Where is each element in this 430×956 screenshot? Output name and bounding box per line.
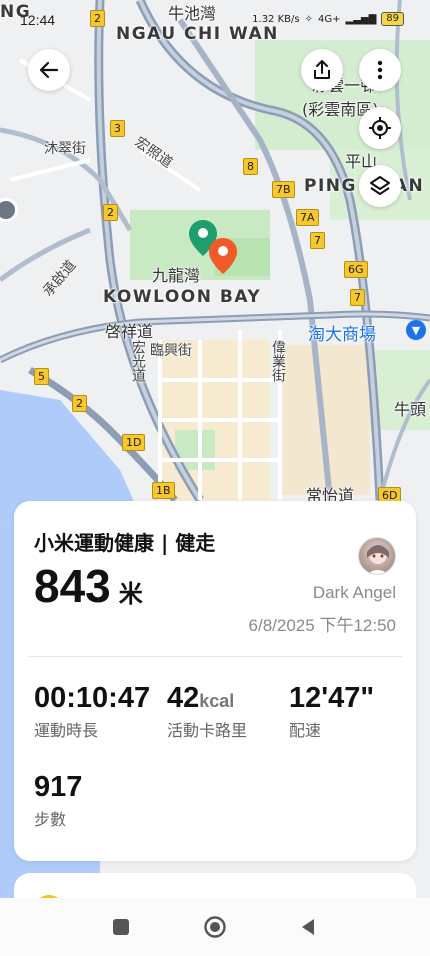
workout-date: 6/8/2025 下午12:50 xyxy=(248,616,396,635)
calories-value: 42 xyxy=(167,682,200,714)
route-shield: 7A xyxy=(296,209,319,226)
layers-button[interactable] xyxy=(359,165,401,207)
status-icons: 1.32 KB/s ✧ 4G+ ▂▃▅▇ 89 xyxy=(252,12,404,26)
route-shield: 2 xyxy=(103,204,118,221)
avatar-image xyxy=(367,545,389,574)
home-icon xyxy=(204,916,226,938)
map-label-wai-yip: 偉業街 xyxy=(270,340,286,382)
stat-pace: 12'47" 配速 xyxy=(289,682,374,741)
pace-value: 12'47" xyxy=(289,682,375,714)
shopping-bag-icon: ▼ xyxy=(406,320,426,340)
more-vertical-icon xyxy=(377,60,383,80)
route-shield: 7 xyxy=(350,289,365,306)
signal-icon: ▂▃▅▇ xyxy=(345,13,377,25)
recent-apps-icon xyxy=(113,919,129,935)
system-nav-bar xyxy=(0,898,430,956)
layers-icon xyxy=(370,176,390,195)
route-shield: 7 xyxy=(310,232,325,249)
user-name: Dark Angel xyxy=(312,583,396,602)
locate-button[interactable] xyxy=(359,107,401,149)
route-shield: 6G xyxy=(344,261,368,278)
duration-value: 00:10:47 xyxy=(34,682,151,714)
distance-value: 843 xyxy=(34,560,111,612)
network-label: 4G+ xyxy=(318,13,341,25)
calories-label: 活動卡路里 xyxy=(167,721,248,740)
map-label-kowloon-bay-en: KOWLOON BAY xyxy=(103,287,262,307)
stat-duration: 00:10:47 運動時長 xyxy=(34,682,150,741)
status-bar: 12:44 1.32 KB/s ✧ 4G+ ▂▃▅▇ 89 xyxy=(0,0,430,36)
share-icon xyxy=(314,60,330,79)
nav-back-button[interactable] xyxy=(293,912,323,942)
route-shield: 5 xyxy=(34,368,49,385)
route-shield: 7B xyxy=(272,181,295,198)
route-shield: 2 xyxy=(72,395,87,412)
battery-indicator: 89 xyxy=(381,12,404,26)
route-shield: 8 xyxy=(243,158,258,175)
nav-back-icon xyxy=(302,919,314,935)
back-button[interactable] xyxy=(28,49,70,91)
route-shield: 1D xyxy=(122,434,146,451)
map-label-lam-hing: 臨興街 xyxy=(150,343,192,359)
share-button[interactable] xyxy=(301,49,343,91)
steps-label: 步數 xyxy=(34,810,67,829)
calories-unit: kcal xyxy=(199,691,235,711)
steps-value: 917 xyxy=(34,771,83,803)
route-shield: 3 xyxy=(110,120,125,137)
divider xyxy=(28,656,402,657)
workout-summary-card: 小米運動健康 | 健走 843 米 Dark Angel 6/8/2025 下午… xyxy=(14,501,416,861)
map-label-ngau-tau: 牛頭 xyxy=(394,400,427,419)
recent-apps-button[interactable] xyxy=(106,912,136,942)
calories-row: 42kcal xyxy=(167,682,247,715)
route-shield: 1B xyxy=(152,482,175,499)
bluetooth-icon: ✧ xyxy=(304,13,313,25)
workout-title: 小米運動健康 | 健走 xyxy=(34,531,216,555)
net-speed: 1.32 KB/s xyxy=(252,13,300,25)
map-label-muk-chui: 沐翠街 xyxy=(44,141,86,157)
pace-label: 配速 xyxy=(289,721,322,740)
more-button[interactable] xyxy=(359,49,401,91)
back-arrow-icon xyxy=(39,61,59,79)
map-label-kai-cheung: 啓祥道 xyxy=(105,322,154,341)
distance: 843 米 xyxy=(34,559,143,613)
avatar[interactable] xyxy=(358,537,396,575)
locate-icon xyxy=(369,117,391,139)
stat-steps: 917 步數 xyxy=(34,771,82,830)
map-label-kowloon-bay-cn: 九龍灣 xyxy=(152,266,201,285)
map-label-wang-kwong: 宏光道 xyxy=(130,340,146,382)
stat-calories: 42kcal 活動卡路里 xyxy=(167,682,247,741)
map-label-tao-tai[interactable]: 淘大商場 xyxy=(308,320,376,345)
status-time: 12:44 xyxy=(20,12,56,28)
duration-label: 運動時長 xyxy=(34,721,99,740)
end-pin-icon[interactable] xyxy=(209,238,237,274)
distance-unit: 米 xyxy=(118,580,143,608)
home-button[interactable] xyxy=(200,912,230,942)
